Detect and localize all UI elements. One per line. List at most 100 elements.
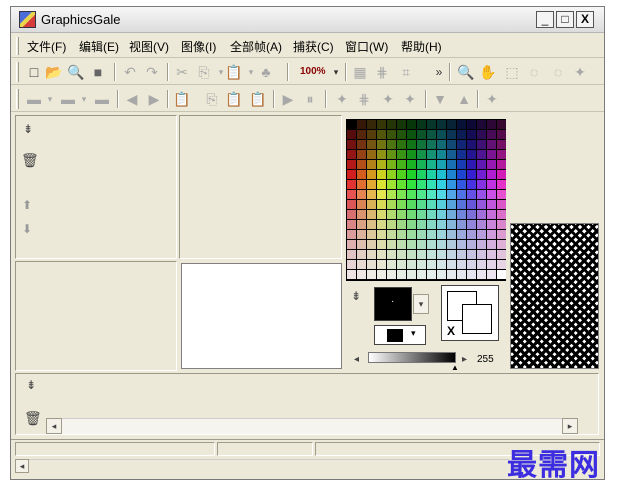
palette-cell[interactable] [417,150,426,159]
palette-cell[interactable] [427,240,436,249]
palette-cell[interactable] [467,160,476,169]
alpha-right-arrow-icon[interactable]: ▸ [462,354,467,365]
palette-cell[interactable] [487,210,496,219]
palette-cell[interactable] [437,150,446,159]
bottom-trash-icon[interactable]: 🗑 [24,410,42,427]
palette-cell[interactable] [407,120,416,129]
palette-cell[interactable] [407,270,416,279]
palette-cell[interactable] [367,170,376,179]
palette-cell[interactable] [447,190,456,199]
alpha-left-arrow-icon[interactable]: ◂ [354,354,359,365]
palette-cell[interactable] [397,240,406,249]
palette-cell[interactable] [397,160,406,169]
palette-cell[interactable] [407,140,416,149]
palette-cell[interactable] [347,220,356,229]
palette-cell[interactable] [467,270,476,279]
palette-cell[interactable] [457,240,466,249]
palette-cell[interactable] [387,230,396,239]
palette-cell[interactable] [497,130,506,139]
alpha-slider-thumb[interactable]: ▲ [451,363,459,372]
palette-cell[interactable] [427,210,436,219]
palette-cell[interactable] [467,220,476,229]
palette-cell[interactable] [347,180,356,189]
palette-cell[interactable] [487,260,496,269]
layer-up-icon[interactable]: ▲ [455,90,473,108]
palette-cell[interactable] [497,200,506,209]
palette-cell[interactable] [407,230,416,239]
palette-cell[interactable] [477,270,486,279]
palette-cell[interactable] [497,170,506,179]
lasso-tool-icon[interactable]: ◌ [549,63,567,81]
palette-cell[interactable] [357,260,366,269]
palette-cell[interactable] [347,160,356,169]
palette-cell[interactable] [427,150,436,159]
palette-cell[interactable] [417,130,426,139]
palette-cell[interactable] [467,130,476,139]
palette-cell[interactable] [457,120,466,129]
menu-grip[interactable] [16,37,19,55]
palette-cell[interactable] [487,230,496,239]
palette-cell[interactable] [447,200,456,209]
palette-cell[interactable] [447,150,456,159]
palette-cell[interactable] [377,270,386,279]
new-file-icon[interactable]: □ [25,63,43,81]
palette-cell[interactable] [427,160,436,169]
title-bar[interactable]: GraphicsGale _ □ X [11,7,604,33]
menu-image[interactable]: 图像(I) [181,38,216,55]
palette-cell[interactable] [357,230,366,239]
palette-cell[interactable] [437,160,446,169]
palette-cell[interactable] [497,120,506,129]
palette-cell[interactable] [367,130,376,139]
secondary-color-select[interactable]: ▾ [374,325,426,345]
palette-cell[interactable] [497,240,506,249]
palette-cell[interactable] [407,150,416,159]
palette-cell[interactable] [347,170,356,179]
palette-cell[interactable] [377,230,386,239]
palette-cell[interactable] [447,230,456,239]
palette-cell[interactable] [347,270,356,279]
palette-cell[interactable] [437,130,446,139]
palette-cell[interactable] [487,180,496,189]
swap-colors-button[interactable]: X [447,324,455,338]
move-up-icon[interactable]: ⬆ [22,198,32,212]
palette-cell[interactable] [477,120,486,129]
horizontal-scrollbar[interactable] [62,418,562,434]
frame-clipboard-icon[interactable]: 📋 [249,90,267,108]
palette-cell[interactable] [347,210,356,219]
palette-cell[interactable] [427,250,436,259]
palette-cell[interactable] [487,160,496,169]
layer-add-icon[interactable]: ✦ [333,90,351,108]
palette-cell[interactable] [447,140,456,149]
palette-cell[interactable] [487,240,496,249]
palette-cell[interactable] [417,200,426,209]
palette-cell[interactable] [497,270,506,279]
palette-cell[interactable] [387,170,396,179]
palette-cell[interactable] [427,220,436,229]
palette-cell[interactable] [437,240,446,249]
palette-cell[interactable] [467,170,476,179]
paste-icon[interactable]: 📋 [225,63,243,81]
palette-cell[interactable] [417,240,426,249]
palette-cell[interactable] [447,240,456,249]
palette-cell[interactable] [477,210,486,219]
palette-cell[interactable] [397,190,406,199]
palette-cell[interactable] [417,220,426,229]
palette-cell[interactable] [477,220,486,229]
palette-cell[interactable] [417,260,426,269]
frame-list-dropdown-icon[interactable]: ▾ [41,90,59,108]
palette-cell[interactable] [377,150,386,159]
palette-cell[interactable] [497,150,506,159]
palette-cell[interactable] [357,220,366,229]
palette-cell[interactable] [497,210,506,219]
palette-cell[interactable] [497,250,506,259]
palette-cell[interactable] [387,160,396,169]
palette-cell[interactable] [367,230,376,239]
bottom-scroll-left-button[interactable]: ◂ [15,459,29,473]
foreground-dropdown-icon[interactable]: ▾ [413,294,429,314]
palette-cell[interactable] [477,180,486,189]
palette-cell[interactable] [387,270,396,279]
frame-insert-dropdown-icon[interactable]: ▾ [75,90,93,108]
palette-cell[interactable] [467,250,476,259]
palette-cell[interactable] [357,210,366,219]
pixel-grid-icon[interactable]: ⋕ [373,63,391,81]
